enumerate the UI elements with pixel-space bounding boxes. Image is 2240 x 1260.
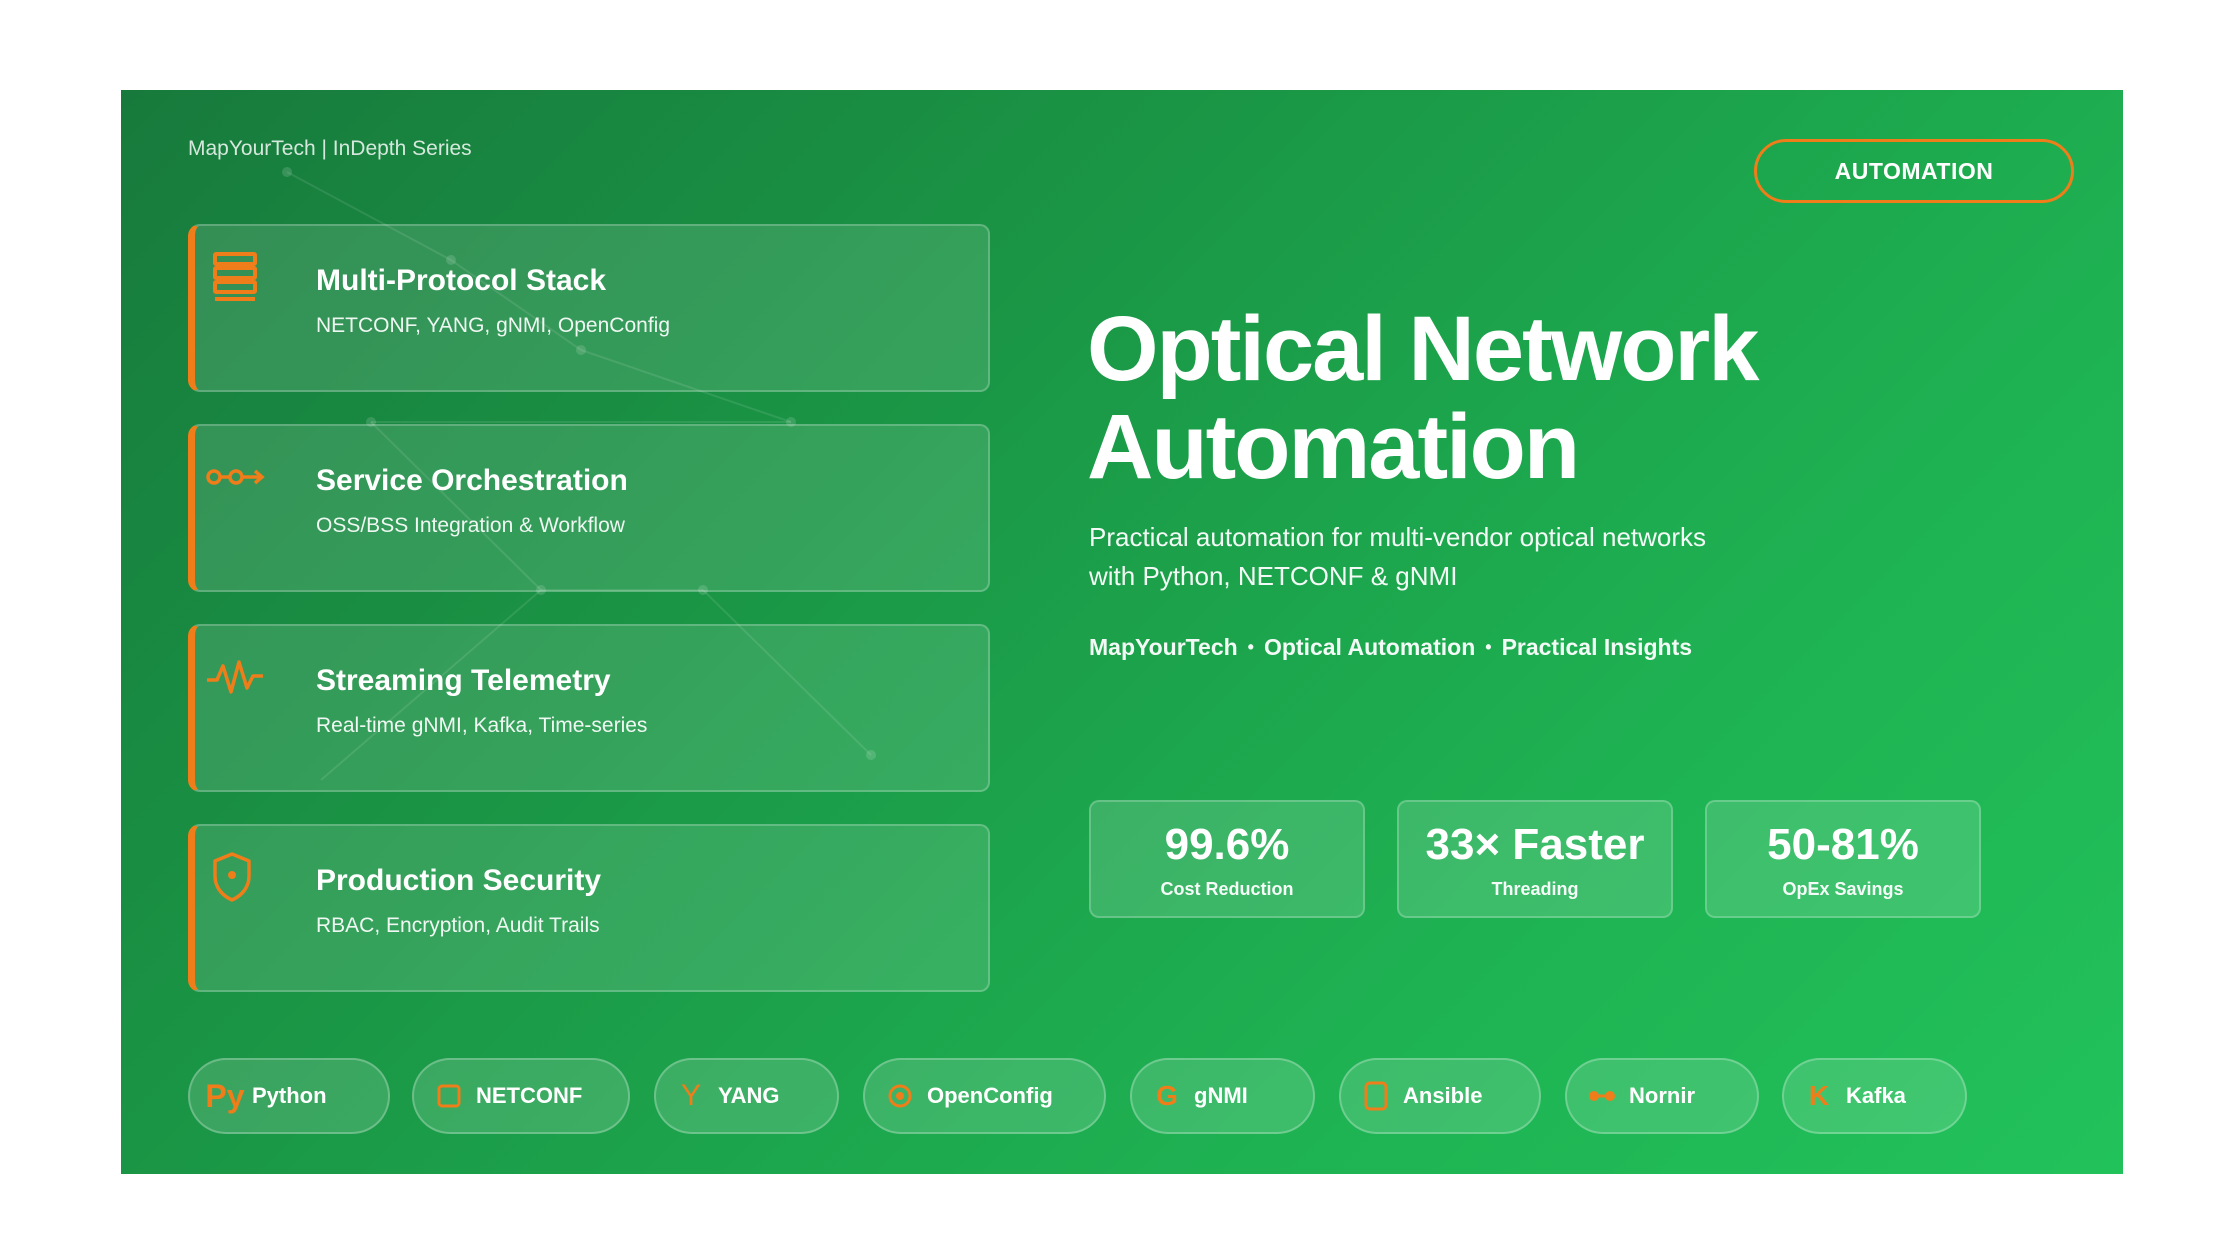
square-icon [428,1078,470,1114]
title-line-2: Automation [1087,396,1580,498]
stack-icon [213,252,257,301]
chip-label: Python [252,1083,327,1108]
chip-label: NETCONF [476,1083,583,1108]
chip-netconf: NETCONF [412,1058,630,1134]
tablet-icon [1355,1078,1397,1114]
stat-label: OpEx Savings [1782,879,1904,899]
y-icon: Y [680,1079,701,1112]
card-title: Service Orchestration [316,464,628,497]
card-streaming-telemetry: Streaming Telemetry Real-time gNMI, Kafk… [188,624,990,792]
tagline-separator: • [1485,637,1492,657]
card-subtitle: NETCONF, YANG, gNMI, OpenConfig [316,314,670,337]
tagline-item: MapYourTech [1089,634,1238,660]
chip-label: Kafka [1846,1083,1906,1108]
chip-label: Nornir [1629,1083,1695,1108]
chip-yang: Y YANG [654,1058,839,1134]
card-multi-protocol-stack: Multi-Protocol Stack NETCONF, YANG, gNMI… [188,224,990,392]
stat-label: Threading [1491,879,1579,899]
stat-value: 33× Faster [1425,820,1645,869]
chip-gnmi: G gNMI [1130,1058,1315,1134]
series-brand: MapYourTech | InDepth Series [188,137,472,160]
stat-value: 99.6% [1164,820,1290,869]
card-production-security: Production Security RBAC, Encryption, Au… [188,824,990,992]
gear-icon [879,1078,921,1114]
k-icon: K [1808,1080,1830,1111]
chip-nornir: Nornir [1565,1058,1759,1134]
page-title: Optical Network Automation [1087,300,1987,496]
chip-kafka: K Kafka [1782,1058,1967,1134]
pulse-icon [207,660,263,694]
card-subtitle: OSS/BSS Integration & Workflow [316,514,625,537]
chip-python: Py Python [188,1058,390,1134]
tagline-item: Optical Automation [1263,634,1476,660]
hero-subtitle: Practical automation for multi-vendor op… [1089,522,1707,591]
chip-openconfig: OpenConfig [863,1058,1106,1134]
card-title: Production Security [316,864,602,897]
card-title: Multi-Protocol Stack [316,264,607,297]
tagline-separator: • [1247,637,1254,657]
automation-badge: AUTOMATION [1754,139,2074,203]
chip-label: Ansible [1403,1083,1483,1108]
g-icon: G [1156,1080,1178,1111]
title-line-1: Optical Network [1087,298,1759,400]
shield-icon [213,852,251,902]
stat-threading: 33× Faster Threading [1397,800,1673,918]
link-icon [1581,1078,1623,1114]
card-subtitle: RBAC, Encryption, Audit Trails [316,914,600,937]
card-subtitle: Real-time gNMI, Kafka, Time-series [316,714,648,737]
chip-label: YANG [718,1083,780,1108]
workflow-icon [206,469,265,485]
stat-cost-reduction: 99.6% Cost Reduction [1089,800,1365,918]
chip-label: gNMI [1194,1083,1248,1108]
stat-opex-savings: 50-81% OpEx Savings [1705,800,1981,918]
slide: MapYourTech | InDepth Series AUTOMATION … [121,90,2123,1174]
stat-label: Cost Reduction [1160,879,1294,899]
chip-label: OpenConfig [927,1083,1053,1108]
chip-ansible: Ansible [1339,1058,1541,1134]
python-icon: Py [205,1077,245,1114]
tagline-item: Practical Insights [1501,634,1693,660]
card-service-orchestration: Service Orchestration OSS/BSS Integratio… [188,424,990,592]
card-title: Streaming Telemetry [316,664,611,697]
hero-tagline: MapYourTech • Optical Automation • Pract… [1089,634,1692,661]
stat-value: 50-81% [1767,820,1919,869]
